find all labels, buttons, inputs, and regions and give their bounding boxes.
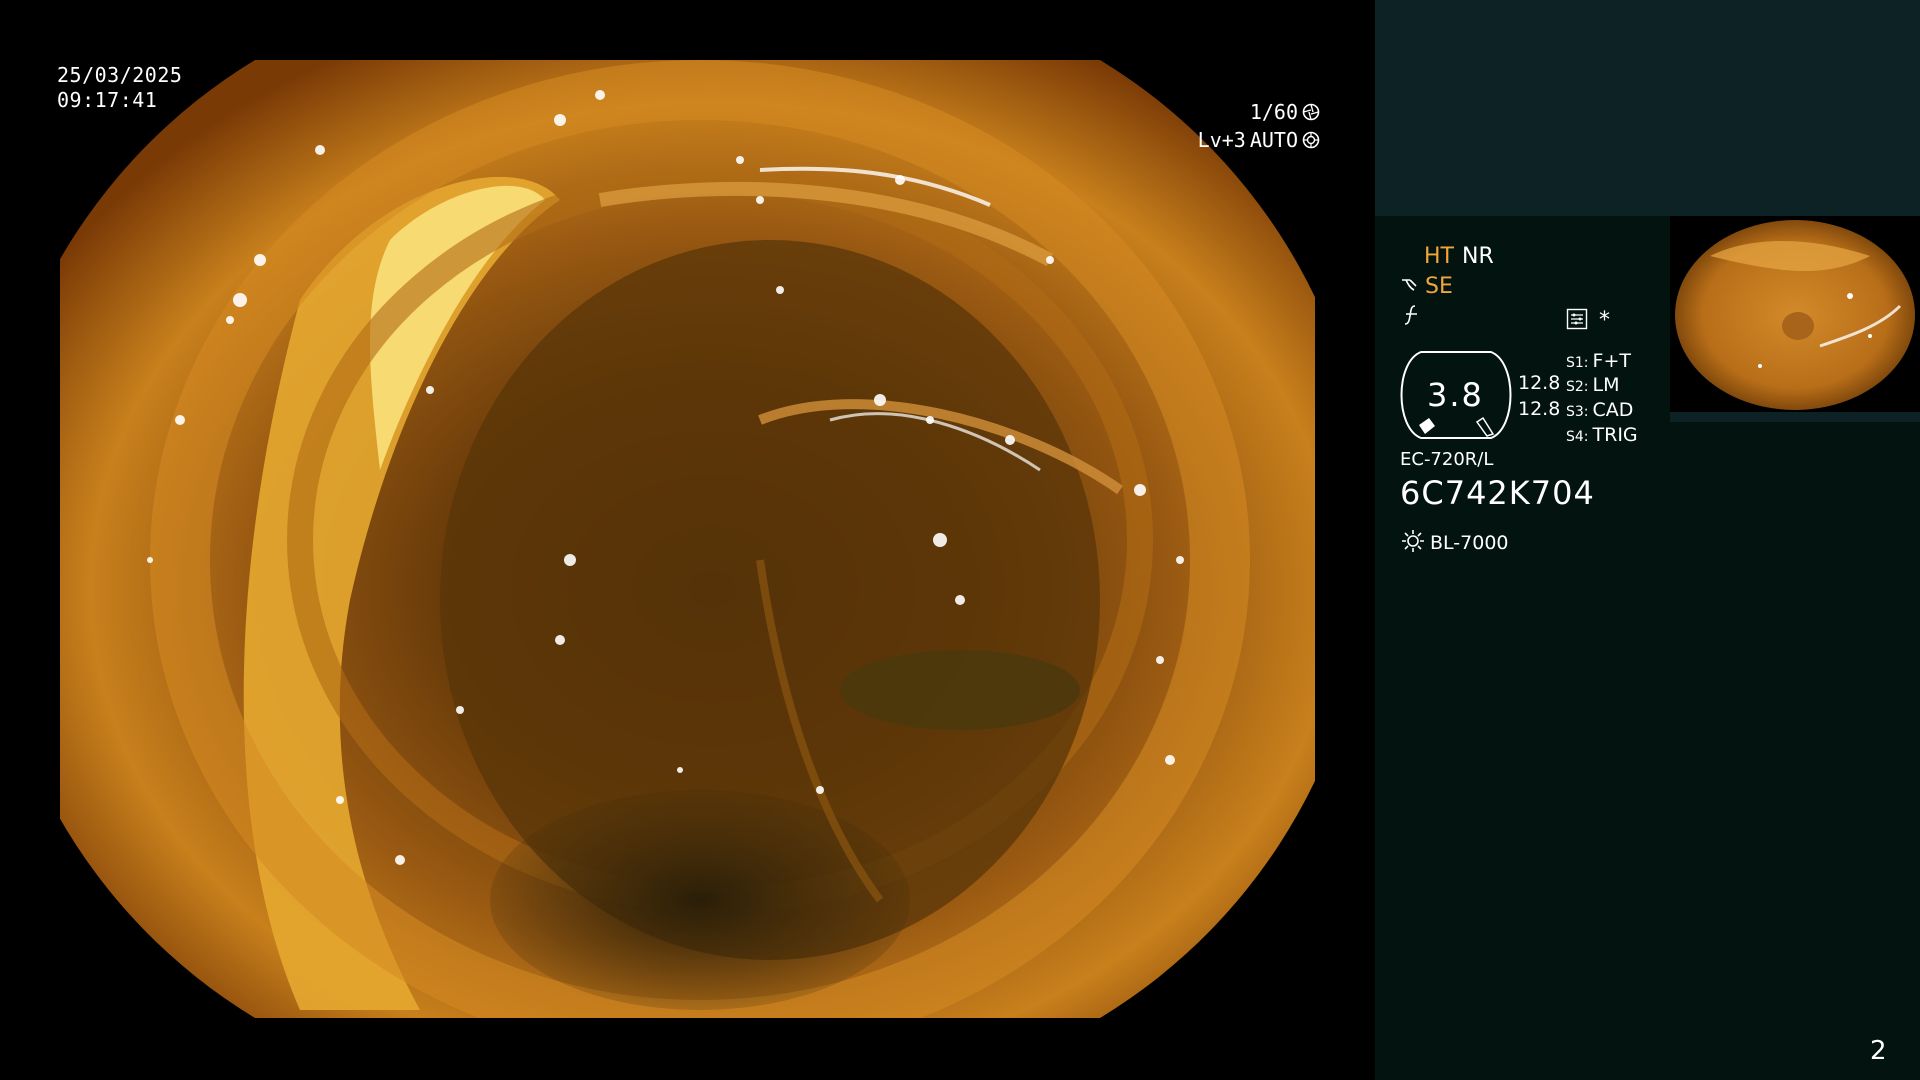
exam-time: 09:17:41 [57, 88, 158, 112]
scope-switch-value: TRIG [1592, 424, 1638, 446]
parameter-value-b: 12.8 [1518, 398, 1561, 420]
scope-switch-4: S4: TRIG [1566, 424, 1638, 446]
captured-image-thumbnail[interactable] [1670, 216, 1920, 414]
exam-date: 25/03/2025 [57, 63, 183, 87]
function-icon [1403, 304, 1423, 330]
structure-enhancement-icon [1400, 274, 1424, 300]
info-panel-header [1375, 0, 1920, 216]
scope-switch-2: S2: LM [1566, 374, 1620, 396]
info-panel: HT NR SE * 3.8 12.8 12.8 S1: F+T S2: LM … [1375, 0, 1920, 1080]
iris-mode: AUTO [1249, 128, 1298, 152]
shutter-speed-indicator: 1/60 [1250, 100, 1320, 124]
scope-serial: 6C742K704 [1400, 474, 1595, 512]
endoscope-live-view: 25/03/2025 09:17:41 1/60 Lv+3 AUTO [0, 0, 1375, 1080]
ht-indicator: HT [1424, 244, 1454, 269]
scope-switch-key: S2: [1566, 379, 1589, 395]
endoscopy-screen: 25/03/2025 09:17:41 1/60 Lv+3 AUTO HT NR… [0, 0, 1920, 1080]
parameter-value-a: 12.8 [1518, 372, 1561, 394]
scope-switch-key: S4: [1566, 429, 1589, 445]
iris-indicator: Lv+3 AUTO [1198, 128, 1320, 152]
scope-switch-key: S3: [1566, 404, 1589, 420]
se-indicator: SE [1425, 274, 1453, 299]
endoscope-image [0, 0, 1375, 1080]
iris-level: Lv+3 [1197, 128, 1246, 152]
scope-switch-value: LM [1592, 374, 1620, 396]
scope-model: EC-720R/L [1400, 449, 1494, 470]
scope-switch-1: S1: F+T [1566, 350, 1631, 372]
scope-switch-value: CAD [1592, 399, 1634, 421]
scope-switch-value: F+T [1592, 350, 1631, 372]
light-source-model: BL-7000 [1430, 532, 1509, 554]
thumbnail-caption-bar [1670, 412, 1920, 422]
record-mode-icon [1566, 308, 1588, 334]
iris-icon [1302, 131, 1320, 149]
scope-switch-3: S3: CAD [1566, 399, 1633, 421]
shutter-icon [1302, 103, 1320, 121]
gauge-value: 3.8 [1427, 376, 1484, 414]
nr-indicator: NR [1462, 244, 1494, 269]
shutter-speed-value: 1/60 [1249, 100, 1298, 124]
light-source-icon [1400, 528, 1426, 558]
scope-switch-key: S1: [1566, 355, 1589, 371]
page-number: 2 [1870, 1036, 1887, 1066]
info-panel-body: HT NR SE * 3.8 12.8 12.8 S1: F+T S2: LM … [1375, 216, 1920, 1080]
star-indicator: * [1599, 308, 1610, 333]
